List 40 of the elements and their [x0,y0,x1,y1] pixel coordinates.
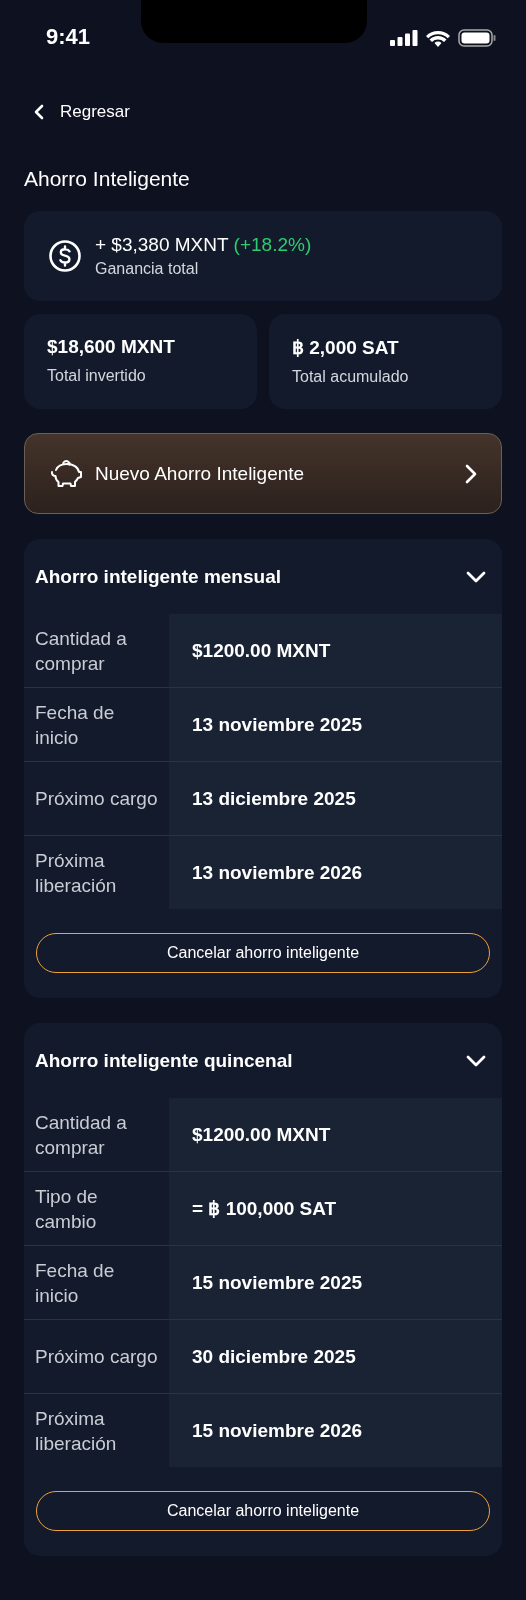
row-value: 13 noviembre 2025 [169,688,502,761]
plan-title: Ahorro inteligente quincenal [35,1049,293,1072]
chevron-down-icon [466,570,486,583]
row-label: Cantidad a comprar [34,626,128,676]
row-value: 15 noviembre 2025 [169,1246,502,1319]
back-icon [34,104,44,120]
row-value: 15 noviembre 2026 [169,1394,502,1467]
back-button[interactable]: Regresar [34,100,130,124]
gain-percent: (+18.2%) [233,234,312,256]
row-label: Próxima liberación [34,1406,118,1456]
total-value: $18,600 MXNT [47,336,176,358]
row-label: Próximo cargo [34,787,159,811]
new-savings-button[interactable]: Nuevo Ahorro Inteligente [24,433,502,514]
total-label: Total acumulado [292,368,410,386]
chevron-right-icon [465,463,477,484]
row-label: Fecha de inicio [34,700,116,750]
piggy-bank-icon [49,458,83,489]
signal-icon [390,30,418,46]
wifi-icon [426,29,450,47]
row-label: Próxima liberación [34,848,118,898]
row-value: $1200.00 MXNT [169,614,502,687]
row-value: $1200.00 MXNT [169,1098,502,1171]
row-label: Tipo de cambio [34,1184,99,1234]
gain-amount: + $3,380 MXNT [95,234,229,256]
row-value: 30 diciembre 2025 [169,1320,502,1393]
chevron-down-icon [466,1054,486,1067]
row-label: Cantidad a comprar [34,1110,128,1160]
plan-title: Ahorro inteligente mensual [35,565,281,588]
row-value: 13 noviembre 2026 [169,836,502,909]
total-label: Total invertido [47,367,147,385]
page-title: Ahorro Inteligente [24,166,191,192]
status-time: 9:41 [46,24,91,50]
battery-icon [458,29,496,47]
gain-label: Ganancia total [95,260,200,278]
total-value: ฿ 2,000 SAT [292,336,400,359]
row-value: 13 diciembre 2025 [169,762,502,835]
row-label: Próximo cargo [34,1345,159,1369]
row-label: Fecha de inicio [34,1258,116,1308]
dollar-coin-icon [48,239,82,273]
row-value: = ฿ 100,000 SAT [169,1172,502,1245]
